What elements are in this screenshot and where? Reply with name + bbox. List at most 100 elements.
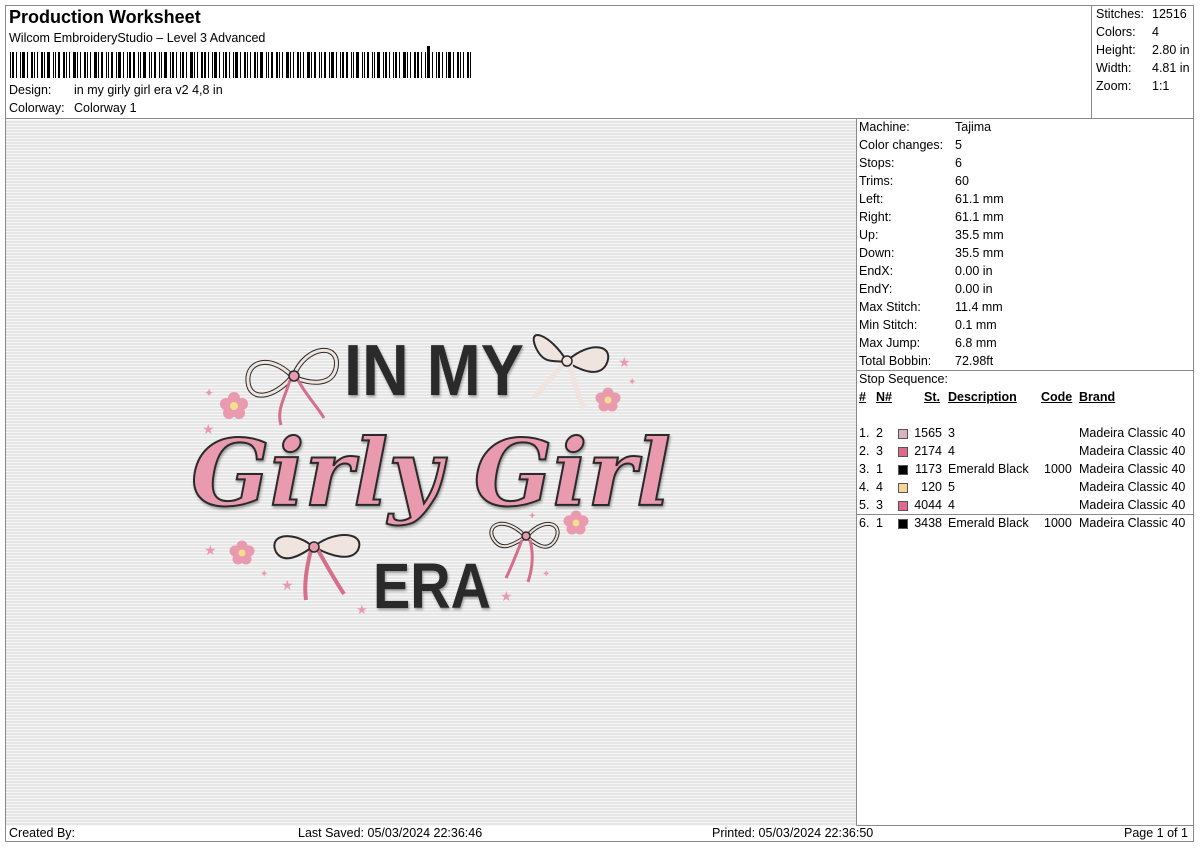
barcode-bar — [12, 52, 14, 78]
barcode-bar — [84, 52, 86, 78]
barcode-bar — [254, 52, 256, 78]
machine-label: Total Bobbin: — [859, 354, 932, 368]
barcode-bar — [47, 52, 50, 78]
barcode-bar — [53, 52, 54, 78]
barcode-bar — [214, 52, 217, 78]
barcode-bar — [314, 52, 316, 78]
barcode-bar — [247, 52, 248, 78]
barcode-bar — [27, 52, 28, 78]
barcode-bar — [457, 52, 459, 78]
col-header-st: St. — [924, 390, 940, 404]
barcode-bar — [90, 52, 91, 78]
cell-st: 2174 — [914, 444, 942, 458]
col-header-n: N# — [876, 390, 892, 404]
svg-text:✦: ✦ — [542, 569, 550, 580]
color-swatch — [898, 519, 908, 529]
page-title: Production Worksheet — [9, 7, 201, 27]
barcode-bar — [201, 52, 203, 78]
machine-value: 11.4 mm — [955, 300, 1003, 314]
barcode-bar — [154, 52, 156, 78]
barcode-bar — [268, 52, 269, 78]
barcode-bar — [161, 52, 162, 78]
machine-label: Up: — [859, 228, 879, 242]
barcode-bar — [393, 52, 394, 78]
summary-value: 4 — [1152, 25, 1159, 39]
footer-created-by: Created By: — [9, 826, 76, 840]
barcode-bar — [223, 52, 224, 78]
barcode-bar — [58, 52, 60, 78]
barcode-bar — [170, 52, 171, 78]
barcode-bar — [417, 52, 419, 78]
cell-brand: Madeira Classic 40 — [1079, 444, 1186, 458]
barcode-bar — [436, 52, 437, 78]
barcode-bar — [329, 52, 330, 78]
design-preview: ✦ ★ ★ ✦ ★ ✦ ★ ★ ★ ✦ ✦ ✦ IN MY Girly Girl… — [6, 120, 856, 826]
barcode-bar — [176, 52, 177, 78]
barcode-bar — [172, 52, 174, 78]
barcode-bar — [22, 52, 25, 78]
barcode-bar — [331, 52, 334, 78]
svg-text:✦: ✦ — [204, 386, 214, 400]
barcode-bar — [186, 52, 187, 78]
cell-n: 1 — [876, 516, 883, 530]
barcode-bar — [101, 52, 103, 78]
barcode-bar — [286, 52, 289, 78]
barcode — [10, 46, 476, 78]
barcode-bar — [389, 52, 390, 78]
barcode-bar — [77, 52, 78, 78]
barcode-bar — [346, 52, 348, 78]
cell-description: 4 — [948, 444, 955, 458]
barcode-bar — [395, 52, 397, 78]
cell-n: 3 — [876, 498, 883, 512]
machine-label: Left: — [859, 192, 884, 206]
barcode-bar — [151, 52, 152, 78]
machine-value: 72.98ft — [955, 354, 994, 368]
svg-text:★: ★ — [500, 588, 513, 604]
barcode-bar — [123, 52, 124, 78]
barcode-bar — [372, 52, 373, 78]
barcode-bar — [73, 52, 76, 78]
footer-page: Page 1 of 1 — [1124, 826, 1188, 840]
summary-value: 12516 — [1152, 7, 1187, 21]
barcode-bar — [164, 52, 167, 78]
barcode-bar — [421, 52, 422, 78]
barcode-bar — [385, 52, 387, 78]
svg-text:★: ★ — [204, 542, 217, 558]
barcode-bar — [212, 52, 213, 78]
cell-st: 1173 — [915, 462, 942, 476]
barcode-bar — [351, 52, 352, 78]
barcode-bar — [377, 52, 380, 78]
barcode-bar — [233, 52, 234, 78]
svg-text:✦: ✦ — [628, 377, 636, 388]
header-divider — [5, 118, 1194, 119]
canvas-divider — [856, 118, 857, 826]
barcode-bar — [463, 52, 464, 78]
barcode-bar — [266, 52, 267, 78]
machine-divider — [856, 370, 1194, 371]
svg-text:★: ★ — [281, 577, 294, 593]
barcode-bar — [116, 52, 117, 78]
stop-sequence-title: Stop Sequence: — [859, 372, 948, 386]
cell-num: 3. — [859, 462, 870, 476]
footer-last-saved: Last Saved: 05/03/2024 22:36:46 — [298, 826, 483, 840]
machine-label: Color changes: — [859, 138, 944, 152]
cell-n: 4 — [876, 480, 883, 494]
machine-value: 35.5 mm — [955, 246, 1004, 260]
barcode-bar — [140, 52, 141, 78]
barcode-bar — [356, 52, 359, 78]
barcode-bar — [20, 52, 21, 78]
barcode-bar — [374, 52, 375, 78]
machine-value: 5 — [955, 138, 962, 152]
barcode-bar — [111, 52, 113, 78]
col-header-description: Description — [948, 390, 1017, 404]
software-name: Wilcom EmbroideryStudio – Level 3 Advanc… — [9, 31, 266, 45]
summary-label: Height: — [1096, 43, 1136, 57]
barcode-bar — [10, 52, 11, 78]
barcode-bar — [118, 52, 121, 78]
summary-value: 2.80 in — [1152, 43, 1190, 57]
cell-description: 3 — [948, 426, 955, 440]
stop-table-divider — [856, 514, 1194, 515]
cell-num: 4. — [859, 480, 870, 494]
barcode-bar — [55, 52, 56, 78]
barcode-bar — [353, 52, 354, 78]
